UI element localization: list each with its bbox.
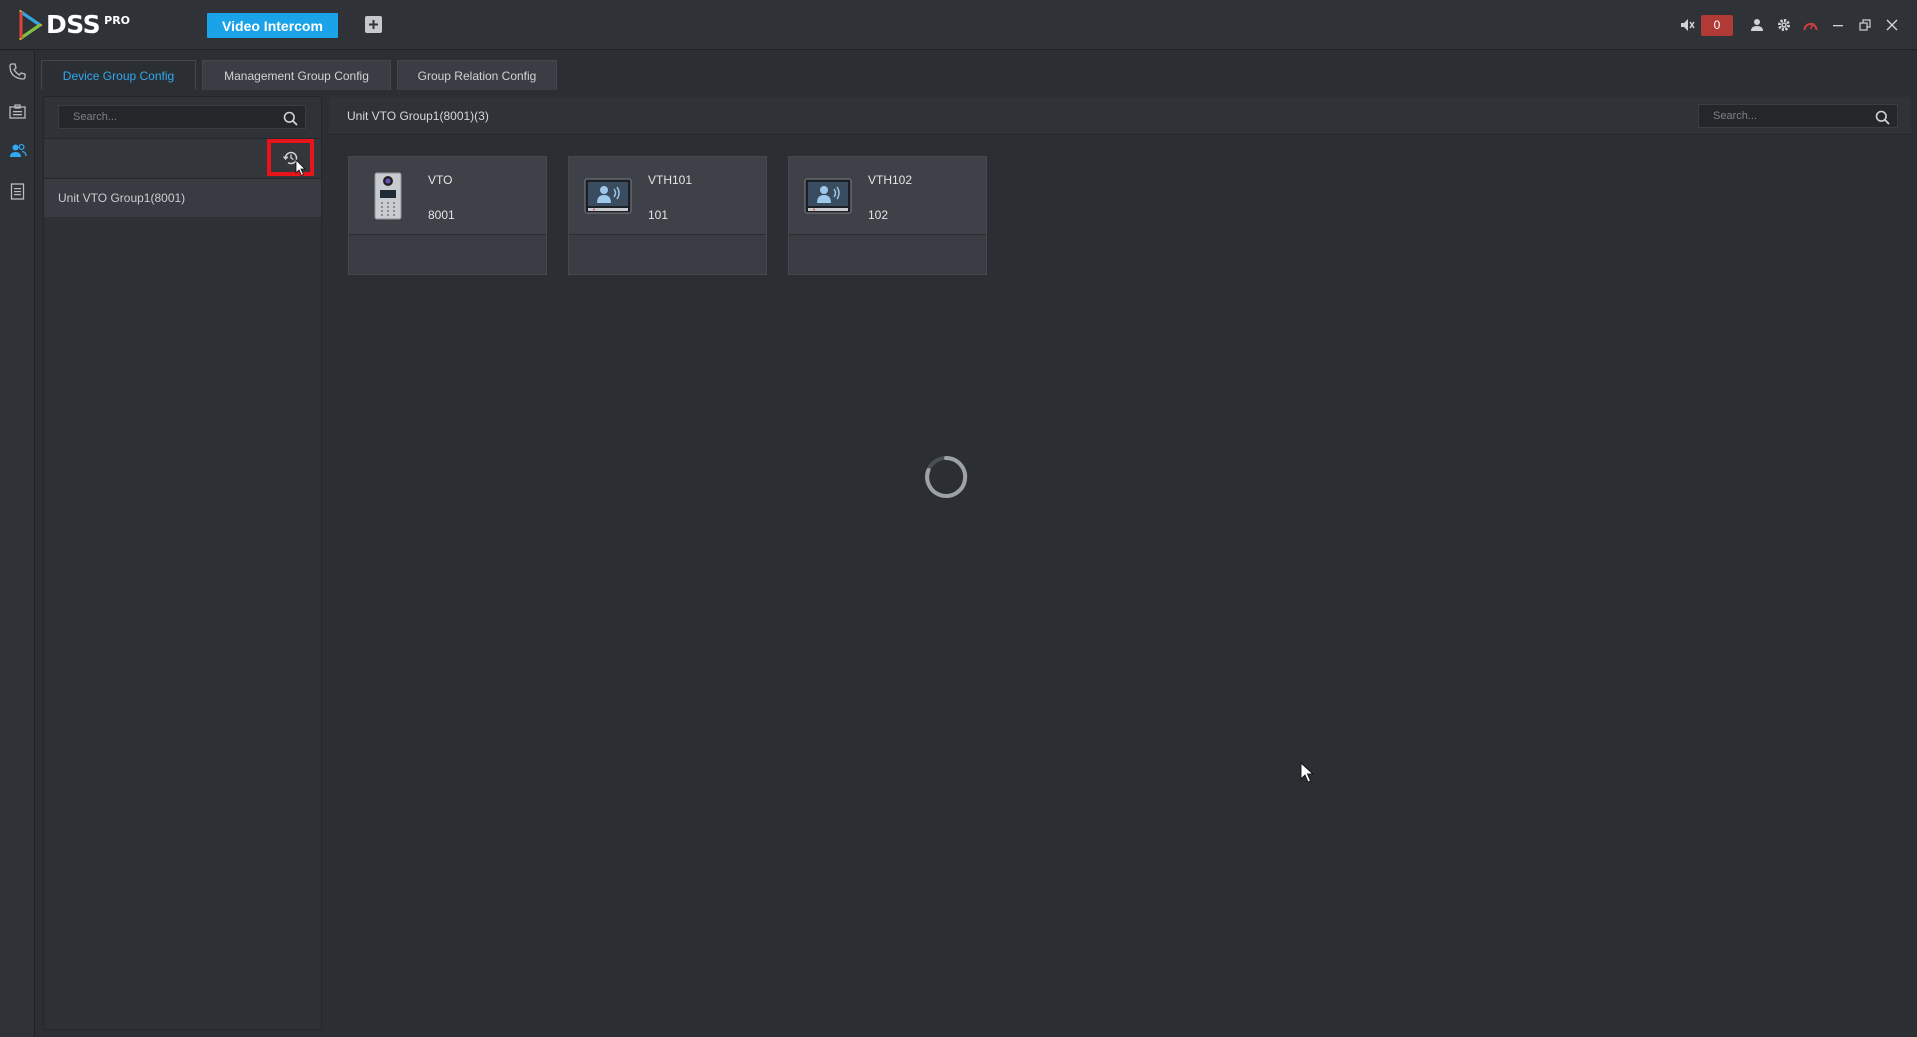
add-tab-button[interactable] <box>365 16 382 33</box>
device-card-footer <box>789 236 986 274</box>
device-image <box>803 171 853 221</box>
tab-group-relation-config[interactable]: Group Relation Config <box>397 60 557 90</box>
device-name: VTH102 <box>868 173 913 187</box>
nav-access[interactable] <box>0 91 35 131</box>
device-card-list: VTO 8001 VTH101 101 VTH102 102 <box>348 156 987 275</box>
tree-item-unit-vto-group[interactable]: Unit VTO Group1(8001) <box>44 179 321 217</box>
logo-suffix: PRO <box>104 14 131 27</box>
mouse-cursor-icon <box>295 159 306 177</box>
tab-management-group-config[interactable]: Management Group Config <box>202 60 391 90</box>
settings-button[interactable] <box>1770 14 1797 36</box>
tree-search-button[interactable] <box>281 109 299 127</box>
tree-search-input[interactable] <box>59 106 259 128</box>
device-card-vth101[interactable]: VTH101 101 <box>568 156 767 275</box>
device-number: 8001 <box>428 208 455 222</box>
device-card-header: VTO 8001 <box>349 157 546 235</box>
window-controls: 0 <box>1674 14 1905 36</box>
search-icon <box>1875 110 1890 125</box>
device-name: VTH101 <box>648 173 693 187</box>
device-card-footer <box>569 236 766 274</box>
group-title: Unit VTO Group1(8001)(3) <box>347 109 489 123</box>
device-number: 101 <box>648 208 669 222</box>
device-image <box>363 171 413 221</box>
device-name: VTO <box>428 173 453 187</box>
device-number: 102 <box>868 208 889 222</box>
user-icon <box>1750 19 1763 31</box>
indoor-monitor-icon <box>804 178 852 214</box>
device-content-area: Unit VTO Group1(8001)(3) Search... VTO 8… <box>329 97 1911 1030</box>
plus-icon <box>369 20 378 29</box>
side-nav-rail <box>0 51 35 1037</box>
device-search-input[interactable] <box>1699 105 1899 127</box>
search-icon <box>283 111 298 126</box>
app-logo: DSS PRO <box>18 8 130 42</box>
logo-mark-icon <box>19 10 43 40</box>
close-button[interactable] <box>1878 14 1905 36</box>
device-search-box <box>1698 104 1899 128</box>
door-station-icon <box>374 172 402 220</box>
user-button[interactable] <box>1743 14 1770 36</box>
alarm-count-badge[interactable]: 0 <box>1701 14 1733 36</box>
device-card-vth102[interactable]: VTH102 102 <box>788 156 987 275</box>
device-card-header: VTH102 102 <box>789 157 986 235</box>
tab-device-group-config[interactable]: Device Group Config <box>41 60 196 90</box>
tree-empty-area <box>44 217 321 1029</box>
id-card-icon <box>9 103 26 119</box>
group-tree-panel: Unit VTO Group1(8001) <box>43 96 322 1030</box>
device-search-button[interactable] <box>1873 108 1891 126</box>
tree-search-box <box>58 105 306 129</box>
nav-call[interactable] <box>0 51 35 91</box>
loading-spinner-icon <box>925 455 968 498</box>
minimize-icon <box>1832 25 1843 27</box>
group-icon <box>9 143 27 157</box>
restore-icon <box>1858 19 1871 31</box>
mouse-cursor-icon <box>1300 762 1314 783</box>
config-tabs: Device Group Config Management Group Con… <box>41 60 557 90</box>
volume-button[interactable] <box>1674 14 1701 36</box>
close-icon <box>1886 19 1897 31</box>
minimize-button[interactable] <box>1824 14 1851 36</box>
status-button[interactable] <box>1797 14 1824 36</box>
content-header: Unit VTO Group1(8001)(3) <box>329 97 1911 135</box>
logo-text: DSS <box>46 10 101 39</box>
device-image <box>583 171 633 221</box>
nav-records[interactable] <box>0 171 35 211</box>
nav-group-config[interactable] <box>0 131 35 171</box>
phone-icon <box>9 62 26 80</box>
indoor-monitor-icon <box>584 178 632 214</box>
device-card-vto[interactable]: VTO 8001 <box>348 156 547 275</box>
device-card-footer <box>349 236 546 274</box>
device-card-header: VTH101 101 <box>569 157 766 235</box>
restore-button[interactable] <box>1851 14 1878 36</box>
speaker-muted-icon <box>1680 19 1695 31</box>
gauge-icon <box>1803 22 1818 31</box>
gear-icon <box>1777 19 1790 31</box>
title-bar: DSS PRO Video Intercom 0 <box>0 0 1917 50</box>
module-tab-video-intercom[interactable]: Video Intercom <box>207 13 338 38</box>
document-icon <box>10 182 25 200</box>
